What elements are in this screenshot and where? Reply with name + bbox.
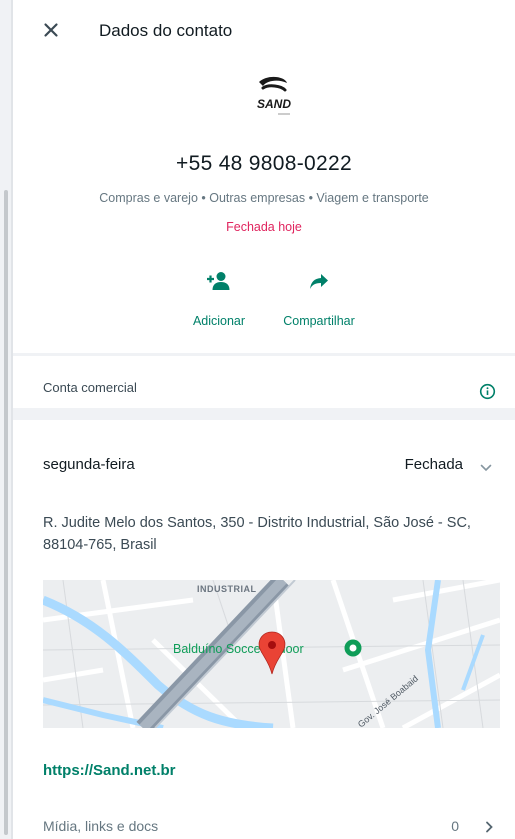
hours-status: Fechada: [404, 456, 463, 473]
scroll-strip: [0, 0, 13, 839]
business-categories: Compras e varejo • Outras empresas • Via…: [99, 191, 429, 205]
media-count: 0: [451, 818, 459, 834]
contact-info-panel: Dados do contato SAND +55 48 9808-0222 C…: [13, 0, 515, 839]
business-logo: SAND: [249, 74, 299, 120]
add-contact-label: Adicionar: [192, 314, 246, 328]
contact-phone: +55 48 9808-0222: [176, 152, 352, 175]
website-link[interactable]: https://Sand.net.br: [43, 762, 176, 779]
close-icon: [44, 23, 58, 37]
scrollbar-thumb[interactable]: [4, 190, 8, 835]
panel-title: Dados do contato: [99, 21, 233, 40]
map-area-label: INDUSTRIAL: [197, 584, 257, 594]
share-icon: [310, 274, 328, 289]
info-icon[interactable]: [479, 383, 496, 400]
business-account-row[interactable]: Conta comercial: [13, 356, 515, 406]
media-links-docs-row[interactable]: Mídia, links e docs 0: [13, 812, 515, 839]
close-button[interactable]: [39, 18, 63, 42]
share-button[interactable]: Compartilhar: [274, 268, 364, 328]
logo-text: SAND: [257, 97, 291, 111]
section-divider-thick: [13, 408, 515, 420]
business-address: R. Judite Melo dos Santos, 350 - Distrit…: [43, 515, 471, 553]
share-label: Compartilhar: [283, 314, 355, 328]
business-hours-row[interactable]: segunda-feira Fechada: [13, 448, 515, 478]
business-account-label: Conta comercial: [43, 380, 137, 395]
place-marker-icon: [344, 639, 362, 657]
opening-status: Fechada hoje: [226, 220, 302, 234]
location-map[interactable]: INDUSTRIAL Gov. José Boabaid Balduíno So…: [43, 580, 500, 728]
panel-header: Dados do contato: [13, 0, 515, 60]
chevron-right-icon: [486, 821, 493, 833]
media-label: Mídia, links e docs: [43, 818, 159, 834]
chevron-down-icon[interactable]: [479, 461, 493, 475]
hours-day: segunda-feira: [43, 456, 135, 473]
add-contact-icon: [207, 272, 230, 290]
add-contact-button[interactable]: Adicionar: [174, 268, 264, 328]
